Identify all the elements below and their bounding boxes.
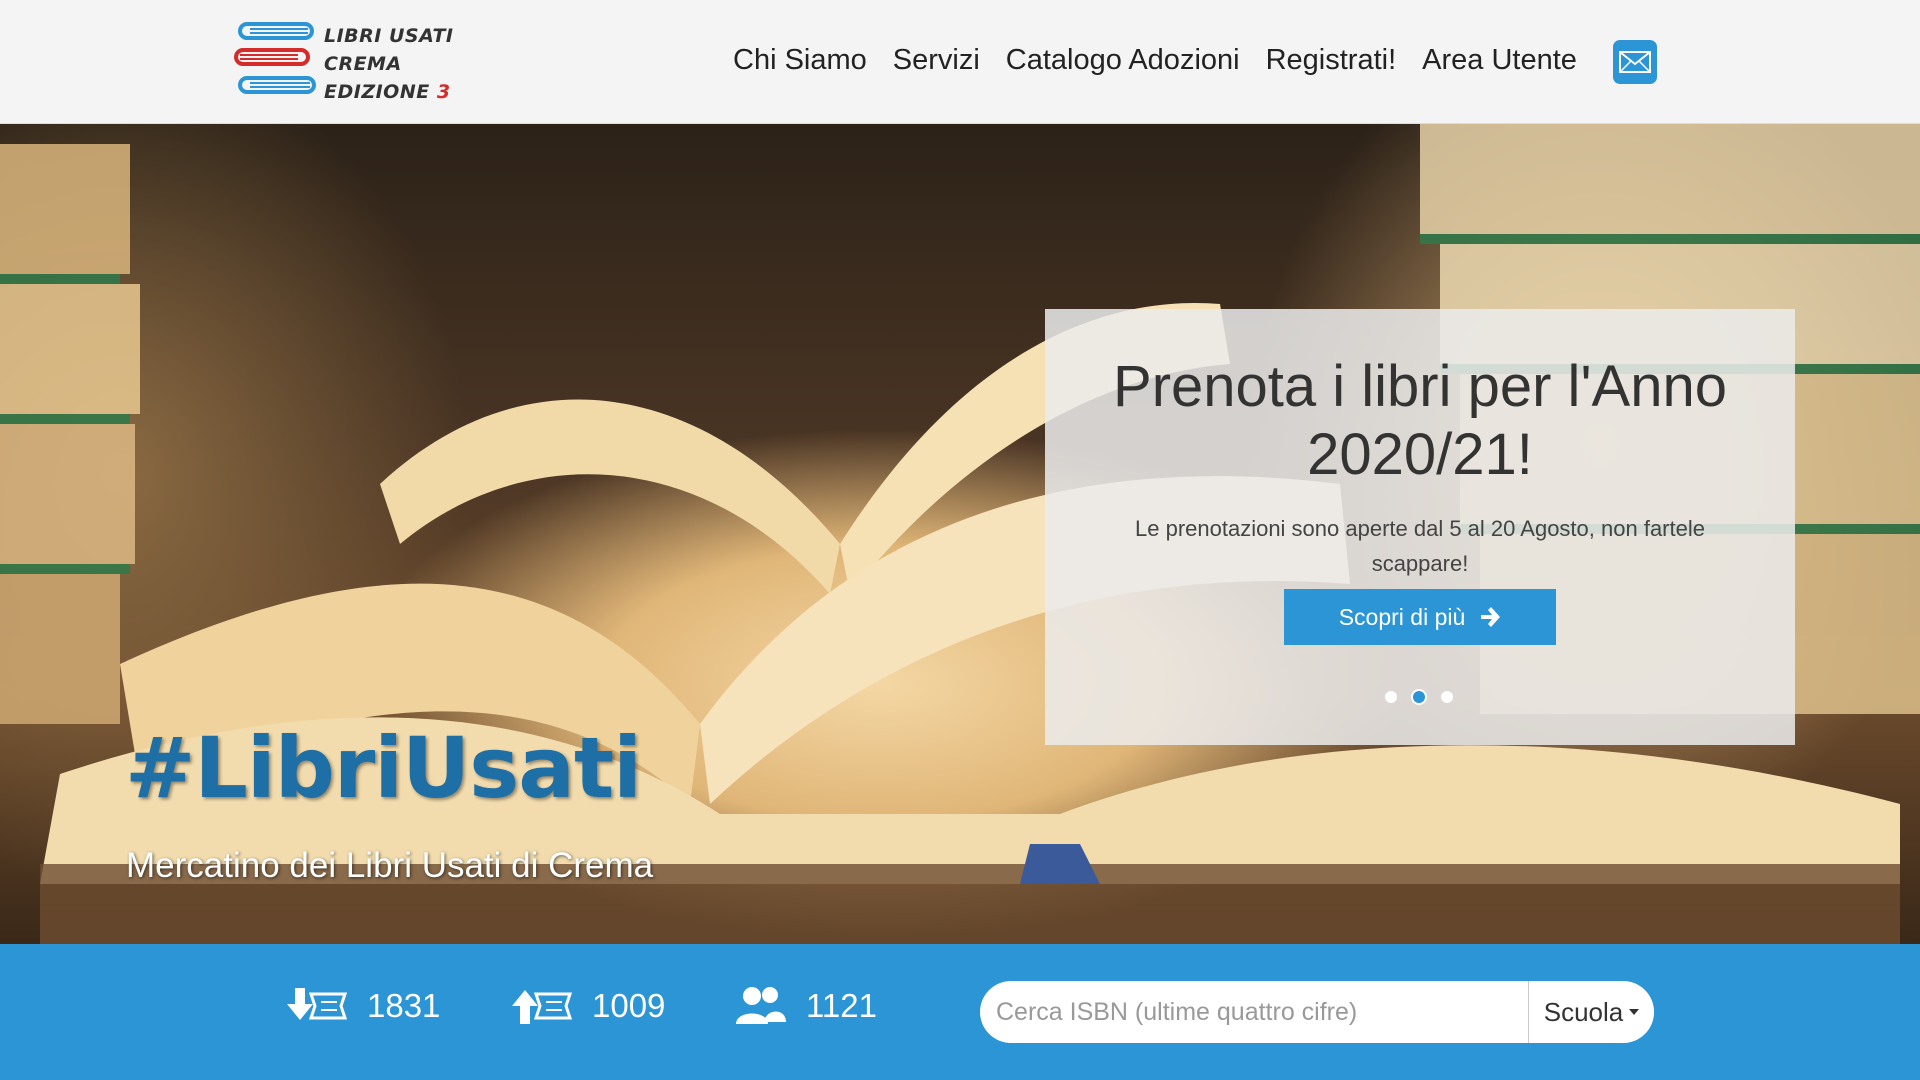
- stat-books-out-value: 1009: [592, 987, 666, 1024]
- discover-more-label: Scopri di più: [1338, 603, 1466, 630]
- promo-title: Prenota i libri per l'Anno 2020/21!: [1113, 354, 1727, 487]
- contact-mail-button[interactable]: [1613, 40, 1657, 84]
- books-stack-logo-icon: [234, 22, 316, 94]
- hero-hashtag: #LibriUsati: [125, 719, 642, 817]
- left-books-stack: [0, 144, 140, 724]
- books-up-icon: [512, 990, 573, 1024]
- logo-line-1: LIBRI USATI: [324, 25, 454, 47]
- carousel-dot-3[interactable]: [1441, 691, 1453, 703]
- carousel-dot-2[interactable]: [1413, 691, 1425, 703]
- hero-tagline: Mercatino dei Libri Usati di Crema: [126, 846, 654, 885]
- site-header: LIBRI USATI CREMA EDIZIONE 3 Chi Siamo S…: [0, 0, 1920, 124]
- isbn-search-input[interactable]: [980, 981, 1528, 1043]
- nav-area-utente[interactable]: Area Utente: [1409, 40, 1590, 80]
- school-dropdown-label: Scuola: [1543, 996, 1624, 1027]
- logo-text: LIBRI USATI CREMA EDIZIONE 3: [324, 22, 454, 106]
- isbn-search: Scuola: [980, 981, 1654, 1043]
- stat-users-value: 1121: [806, 987, 877, 1024]
- nav-catalogo-adozioni[interactable]: Catalogo Adozioni: [993, 40, 1253, 80]
- logo-line-2: CREMA: [324, 53, 402, 75]
- nav-servizi[interactable]: Servizi: [880, 40, 993, 80]
- carousel-indicators: [1385, 691, 1453, 703]
- nav-registrati[interactable]: Registrati!: [1253, 40, 1410, 80]
- promo-subtitle: Le prenotazioni sono aperte dal 5 al 20 …: [1135, 516, 1705, 576]
- promo-card: Prenota i libri per l'Anno 2020/21! Le p…: [1045, 309, 1795, 745]
- users-icon: [736, 987, 786, 1024]
- books-down-icon: [287, 988, 348, 1020]
- stats-bar: 1831 1009 1121 Scuola: [0, 944, 1920, 1080]
- caret-down-icon: [1629, 1009, 1640, 1015]
- hero-banner: Prenota i libri per l'Anno 2020/21! Le p…: [0, 124, 1920, 944]
- stat-books-out: 1009: [510, 986, 665, 1026]
- carousel-dot-1[interactable]: [1385, 691, 1397, 703]
- envelope-icon: [1619, 51, 1651, 73]
- logo-edition-number: 3: [436, 81, 451, 103]
- stat-books-in-value: 1831: [367, 987, 441, 1024]
- main-nav: Chi Siamo Servizi Catalogo Adozioni Regi…: [720, 40, 1590, 80]
- site-logo[interactable]: LIBRI USATI CREMA EDIZIONE 3: [234, 20, 454, 106]
- nav-chi-siamo[interactable]: Chi Siamo: [720, 40, 880, 80]
- stat-users: 1121: [734, 986, 877, 1026]
- stat-books-in: 1831: [285, 986, 440, 1026]
- logo-edition-label: EDIZIONE: [324, 81, 437, 103]
- discover-more-button[interactable]: Scopri di più: [1284, 589, 1556, 645]
- school-dropdown-button[interactable]: Scuola: [1528, 981, 1654, 1043]
- logo-line-3: EDIZIONE 3: [324, 78, 454, 106]
- arrow-right-icon: [1481, 607, 1501, 627]
